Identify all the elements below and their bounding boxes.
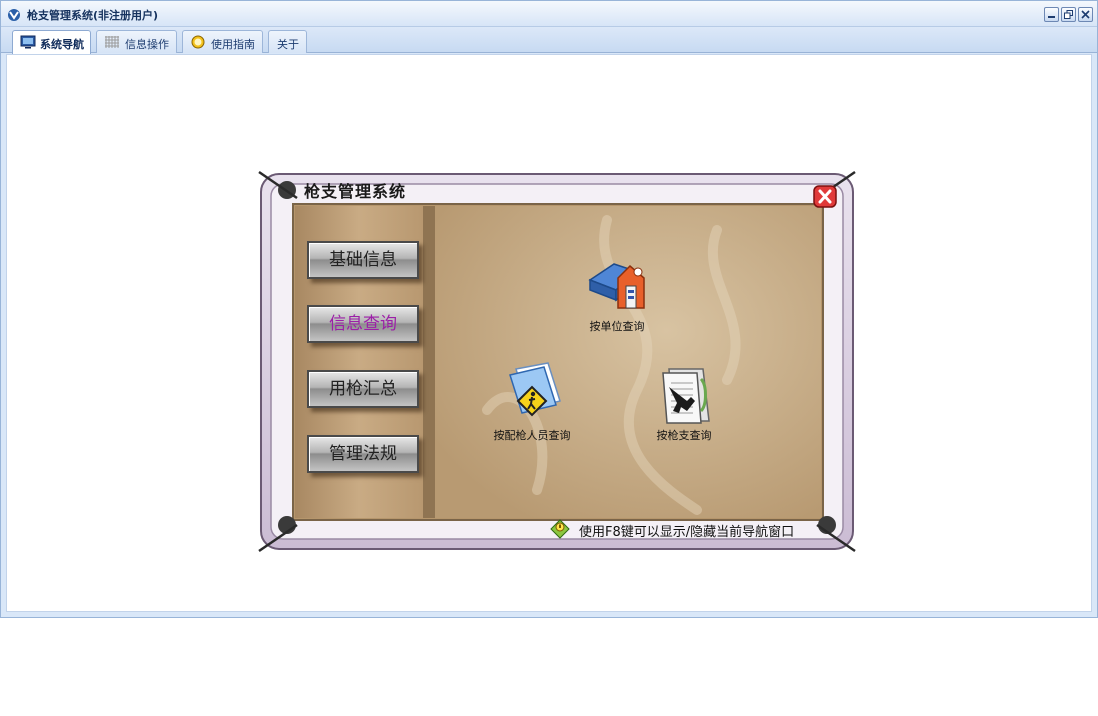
menu-regulations-button[interactable]: 管理法规 [307,435,419,473]
tab-bar: 系统导航 信息操作 使用指南 关于 [1,27,1097,54]
menu-label: 用枪汇总 [329,379,397,399]
panel-close-button[interactable] [813,185,837,208]
query-label: 按枪支查询 [656,429,712,442]
menu-label: 管理法规 [329,444,397,464]
grid-icon [105,36,119,48]
menu-info-query-button[interactable]: 信息查询 [307,305,419,343]
menu-label: 基础信息 [329,250,397,270]
menu-label: 信息查询 [329,314,397,334]
close-button[interactable] [1078,7,1093,22]
building-book-icon [588,263,645,309]
query-label: 按单位查询 [589,320,645,333]
hint-text: 使用F8键可以显示/隐藏当前导航窗口 [579,525,795,540]
menu-gun-summary-button[interactable]: 用枪汇总 [307,370,419,408]
tab-label: 信息操作 [125,38,169,51]
navigation-panel: 枪支管理系统 基础信息 信息查询 用枪汇总 管理法规 按单位查询 按配枪人员查询… [257,170,857,553]
title-bar: 枪支管理系统(非注册用户) [1,1,1097,27]
tab-label: 系统导航 [40,38,84,51]
tab-user-guide[interactable]: 使用指南 [182,30,263,53]
tab-label: 关于 [277,38,299,51]
folder-person-icon [509,362,561,417]
close-icon [1081,10,1090,19]
tab-label: 使用指南 [211,38,255,51]
panel-title: 枪支管理系统 [304,182,407,201]
query-label: 按配枪人员查询 [493,429,571,442]
query-by-person-item[interactable]: 按配枪人员查询 [482,361,582,443]
lightbulb-icon [191,35,205,49]
menu-basic-info-button[interactable]: 基础信息 [307,241,419,279]
restore-button[interactable] [1061,7,1076,22]
window-title: 枪支管理系统(非注册用户) [27,9,159,22]
minimize-icon [1048,16,1055,18]
app-logo-icon [8,9,20,21]
tab-system-navigation[interactable]: 系统导航 [12,30,91,54]
hint-info-icon [550,519,570,539]
minimize-button[interactable] [1044,7,1059,22]
monitor-icon [20,35,36,49]
restore-icon [1064,10,1073,19]
query-by-gun-item[interactable]: 按枪支查询 [644,365,724,443]
query-by-unit-item[interactable]: 按单位查询 [572,250,662,334]
tab-about[interactable]: 关于 [268,30,307,53]
gun-document-icon [662,368,710,424]
tab-info-operation[interactable]: 信息操作 [96,30,177,53]
